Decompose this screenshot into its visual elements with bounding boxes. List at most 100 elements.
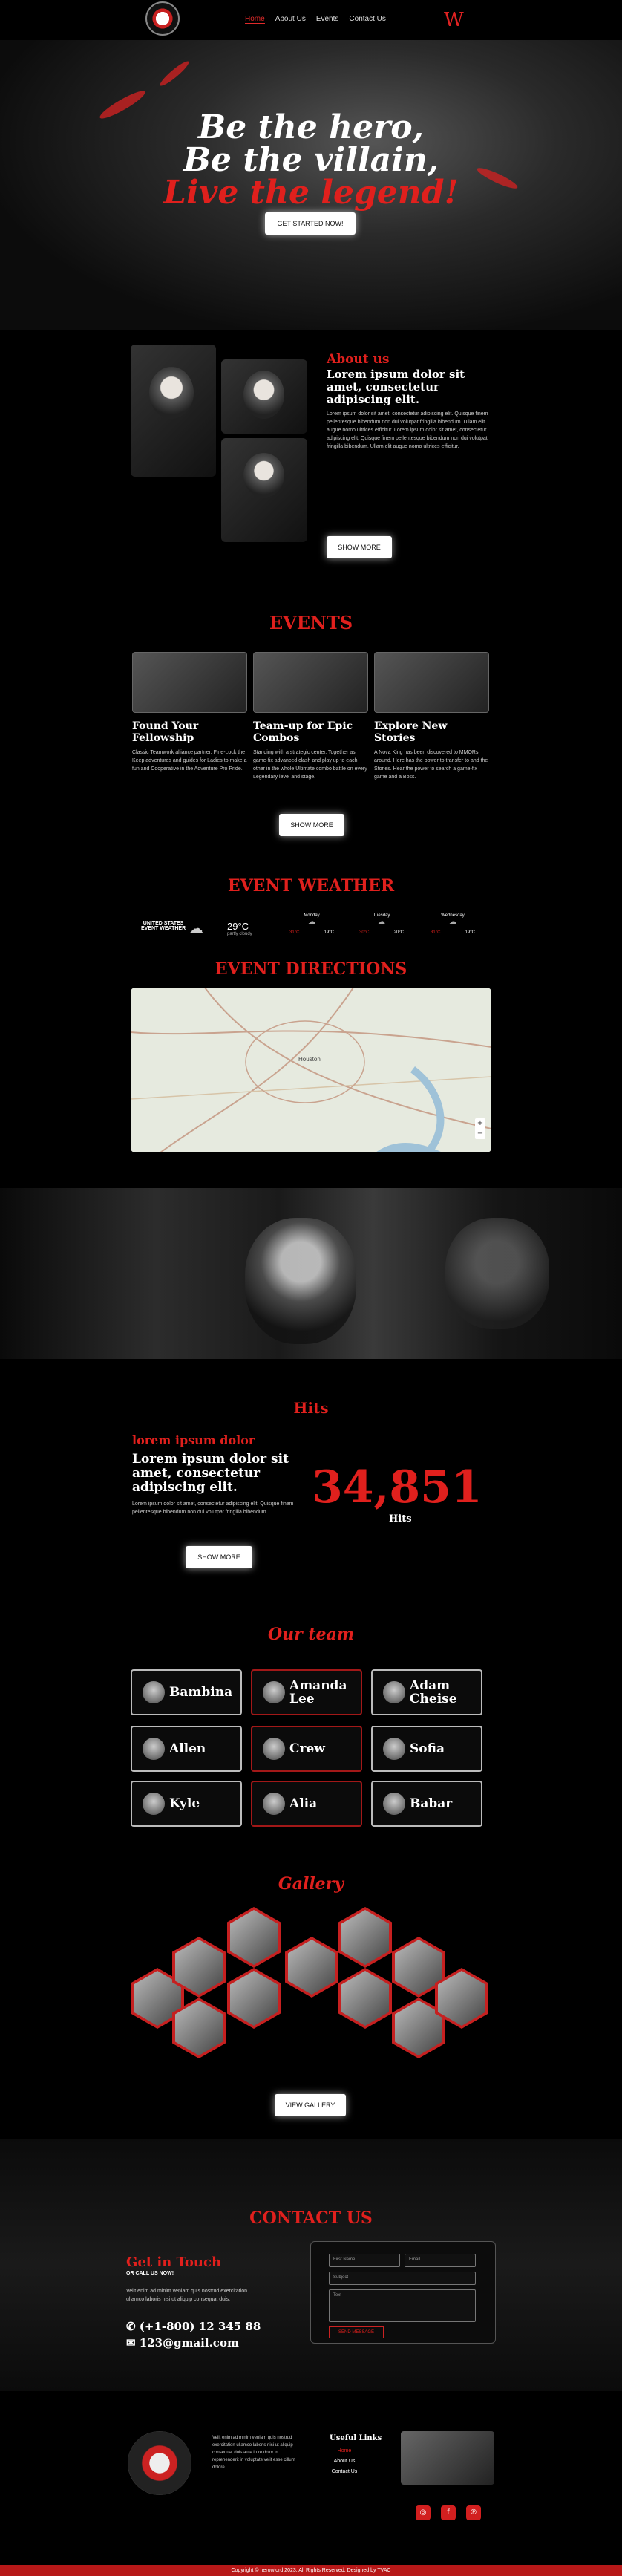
hits-show-more-button[interactable]: SHOW MORE [186, 1546, 252, 1568]
event-card[interactable]: Explore New Stories A Nova King has been… [374, 652, 489, 781]
member-name: Sofia [410, 1741, 445, 1756]
weather-day: Monday ☁ 31°C 19°C [289, 913, 334, 935]
useful-links-heading: Useful Links [330, 2434, 382, 2442]
about-section: About us Lorem ipsum dolor sit amet, con… [0, 330, 622, 582]
weather-section: EVENT WEATHER UNITED STATES EVENT WEATHE… [0, 861, 622, 950]
event-card[interactable]: Found Your Fellowship Classic Teamwork a… [132, 652, 247, 773]
cloud-icon: ☁ [189, 919, 203, 937]
avatar [263, 1793, 285, 1815]
map-roads [131, 988, 491, 1152]
contact-text: Velit enim ad minim veniam quis nostrud … [126, 2289, 248, 2302]
zoom-control[interactable]: + − [475, 1118, 485, 1139]
email-field[interactable]: Email [405, 2254, 476, 2267]
weather-day: Tuesday ☁ 30°C 20°C [359, 913, 404, 935]
red-streak [157, 59, 191, 88]
footer-link-home[interactable]: Home [330, 2446, 359, 2456]
weather-condition: partly cloudy [227, 932, 252, 936]
hero-line-2: Be the villain, [183, 141, 439, 179]
hits-heading: Hits [293, 1399, 329, 1417]
banner-image [0, 1188, 622, 1359]
gallery-photo[interactable] [227, 1968, 281, 2029]
subject-field[interactable]: Subject [329, 2272, 476, 2285]
event-map[interactable]: Houston + − [131, 988, 491, 1152]
facebook-icon[interactable]: f [441, 2505, 456, 2520]
event-image [253, 652, 368, 713]
avatar [143, 1681, 165, 1703]
site-logo[interactable] [145, 1, 180, 36]
team-member[interactable]: Bambina [131, 1669, 242, 1715]
events-section: EVENTS Found Your Fellowship Classic Tea… [0, 594, 622, 847]
email-address: 123@gmail.com [139, 2336, 239, 2350]
gallery-photo[interactable] [227, 1907, 281, 1968]
team-member[interactable]: Kyle [131, 1781, 242, 1827]
about-kicker: About us [327, 352, 390, 367]
events-show-more-button[interactable]: SHOW MORE [279, 814, 344, 836]
map-city-label: Houston [298, 1056, 321, 1063]
event-title: Explore New Stories [374, 720, 448, 744]
day-high: 31°C [431, 930, 441, 935]
gallery-heading: Gallery [278, 1874, 344, 1894]
hero-section: Be the hero, Be the villain, Live the le… [0, 40, 622, 330]
first-name-field[interactable]: First Name [329, 2254, 400, 2267]
footer: Velit enim ad minim veniam quis nostrud … [0, 2413, 622, 2576]
about-title: Lorem ipsum dolor sit amet, consectetur … [327, 368, 465, 406]
weather-location: UNITED STATES EVENT WEATHER [141, 921, 186, 931]
about-show-more-button[interactable]: SHOW MORE [327, 536, 392, 558]
event-text: Classic Teamwork alliance partner. Fine-… [132, 750, 247, 772]
about-body: Lorem ipsum dolor sit amet, consectetur … [327, 411, 488, 449]
team-member[interactable]: Alia [251, 1781, 362, 1827]
team-member[interactable]: Sofia [371, 1726, 482, 1772]
nav-about[interactable]: About Us [275, 15, 306, 24]
nav-contact[interactable]: Contact Us [349, 15, 385, 24]
contact-phone[interactable]: ✆ (+1-800) 12 345 88 [126, 2320, 261, 2333]
send-message-button[interactable]: SEND MESSAGE [329, 2326, 384, 2338]
team-member[interactable]: Amanda Lee [251, 1669, 362, 1715]
footer-link-contact[interactable]: Contact Us [330, 2467, 359, 2477]
team-heading: Our team [267, 1625, 355, 1644]
event-card[interactable]: Team-up for Epic Combos Standing with a … [253, 652, 368, 781]
hits-body: Lorem ipsum dolor sit amet, consectetur … [132, 1501, 294, 1515]
hero-line-3: Live the legend! [163, 174, 459, 212]
day-high: 30°C [359, 930, 370, 935]
brand-mark-icon[interactable]: W [444, 9, 464, 31]
weather-temp: 29°C [227, 921, 249, 932]
event-title: Found Your Fellowship [132, 720, 199, 744]
day-high: 31°C [289, 930, 300, 935]
cloud-icon: ☁ [449, 918, 456, 926]
gallery-photo[interactable] [285, 1937, 338, 1998]
hits-counter: 34,851 [312, 1461, 482, 1513]
nav-events[interactable]: Events [316, 15, 339, 24]
get-in-touch-title: Get in Touch [126, 2254, 222, 2270]
pinterest-icon[interactable]: ℗ [466, 2505, 481, 2520]
member-name: Amanda Lee [289, 1678, 347, 1706]
contact-email[interactable]: ✉ 123@gmail.com [126, 2336, 239, 2350]
instagram-icon[interactable]: ◎ [416, 2505, 431, 2520]
view-gallery-button[interactable]: VIEW GALLERY [275, 2094, 346, 2116]
weather-heading: EVENT WEATHER [227, 876, 395, 896]
hero-line-1: Be the hero, [198, 108, 424, 146]
footer-text: Velit enim ad minim veniam quis nostrud … [212, 2436, 295, 2470]
gallery-photo[interactable] [338, 1907, 392, 1968]
member-name: Crew [289, 1741, 325, 1756]
contact-heading: CONTACT US [249, 2208, 373, 2228]
footer-link-about[interactable]: About Us [330, 2456, 359, 2467]
team-member[interactable]: Allen [131, 1726, 242, 1772]
hits-title: Lorem ipsum dolor sit amet, consectetur … [132, 1452, 289, 1495]
nav-home[interactable]: Home [245, 15, 265, 24]
message-field[interactable]: Text [329, 2289, 476, 2322]
phone-icon: ✆ [126, 2320, 140, 2333]
contact-form: First Name Email Subject Text SEND MESSA… [310, 2241, 496, 2344]
about-photo-3 [221, 438, 307, 542]
phone-number: (+1-800) 12 345 88 [139, 2320, 261, 2333]
get-started-button[interactable]: GET STARTED NOW! [265, 212, 356, 235]
contact-section: CONTACT US Get in Touch OR CALL US NOW! … [0, 2139, 622, 2391]
member-name: Babar [410, 1796, 453, 1811]
footer-logo [128, 2431, 191, 2495]
footer-image [401, 2431, 494, 2485]
avatar [383, 1793, 405, 1815]
team-member[interactable]: Babar [371, 1781, 482, 1827]
team-member[interactable]: Adam Cheise [371, 1669, 482, 1715]
team-member[interactable]: Crew [251, 1726, 362, 1772]
gallery-photo[interactable] [338, 1968, 392, 2029]
weather-sub: EVENT WEATHER [141, 926, 186, 931]
